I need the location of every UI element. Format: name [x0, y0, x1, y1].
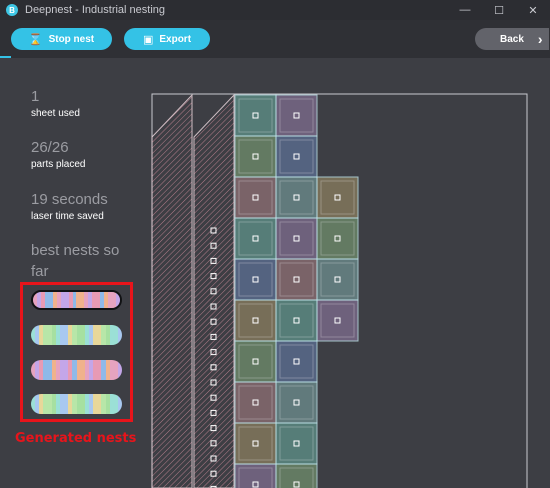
nested-part-square [275, 176, 318, 219]
nested-part-square [275, 258, 318, 301]
nested-part-square [316, 299, 359, 342]
nested-part-square [234, 299, 277, 342]
nested-part-square [234, 94, 277, 137]
nested-part-square [234, 258, 277, 301]
nested-part-square [275, 135, 318, 178]
nested-part-square [234, 340, 277, 383]
nested-part-square [275, 217, 318, 260]
nested-part-square [234, 176, 277, 219]
nested-part-square [234, 217, 277, 260]
nested-part-square [275, 422, 318, 465]
nested-part-square [275, 94, 318, 137]
nested-part-strip [151, 93, 193, 488]
nested-part-square [234, 381, 277, 424]
nested-part-square [275, 340, 318, 383]
nested-part-strip [193, 93, 235, 488]
nested-part-square [316, 176, 359, 219]
nested-part-square [234, 422, 277, 465]
nested-part-square [316, 258, 359, 301]
nested-part-square [275, 299, 318, 342]
nest-preview[interactable] [0, 0, 550, 488]
nested-part-square [316, 217, 359, 260]
nested-part-square [234, 135, 277, 178]
nested-part-square [275, 381, 318, 424]
